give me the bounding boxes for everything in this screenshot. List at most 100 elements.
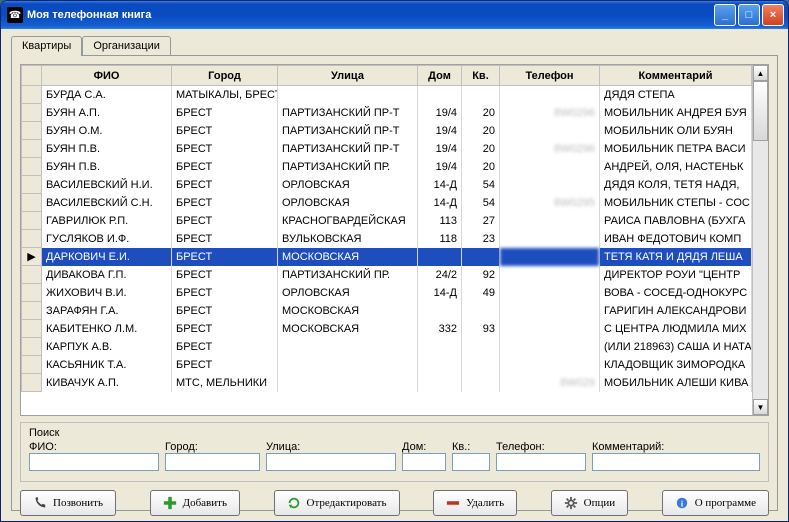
cell-street bbox=[278, 356, 418, 374]
cell-street: КРАСНОГВАРДЕЙСКАЯ bbox=[278, 212, 418, 230]
add-button-label: Добавить bbox=[183, 497, 227, 509]
cell-city: БРЕСТ bbox=[172, 212, 278, 230]
table-row[interactable]: ВАСИЛЕВСКИЙ Н.И.БРЕСТОРЛОВСКАЯ14-Д54ДЯДЯ… bbox=[22, 176, 752, 194]
contacts-table[interactable]: ФИО Город Улица Дом Кв. Телефон Коммента… bbox=[21, 65, 752, 392]
title-bar[interactable]: ☎ Моя телефонная книга _ □ × bbox=[1, 1, 788, 29]
cell-fio: КИВАЧУК А.П. bbox=[42, 374, 172, 392]
cell-city: БРЕСТ bbox=[172, 140, 278, 158]
cell-phone bbox=[500, 320, 600, 338]
table-row[interactable]: ДИВАКОВА Г.П.БРЕСТПАРТИЗАНСКИЙ ПР.24/292… bbox=[22, 266, 752, 284]
cell-comment: ДЯДЯ СТЕПА bbox=[600, 86, 752, 104]
col-apt[interactable]: Кв. bbox=[462, 66, 500, 86]
row-indicator bbox=[22, 194, 42, 212]
table-row[interactable]: КИВАЧУК А.П.МТС, МЕЛЬНИКИ8W029МОБИЛЬНИК … bbox=[22, 374, 752, 392]
vertical-scrollbar[interactable]: ▲ ▼ bbox=[752, 65, 768, 415]
options-button[interactable]: Опции bbox=[551, 490, 629, 516]
search-phone-input[interactable] bbox=[496, 453, 586, 471]
row-indicator bbox=[22, 320, 42, 338]
col-comment[interactable]: Комментарий bbox=[600, 66, 752, 86]
info-icon: i bbox=[675, 496, 689, 510]
close-button[interactable]: × bbox=[762, 4, 784, 26]
table-row[interactable]: ГУСЛЯКОВ И.Ф.БРЕСТВУЛЬКОВСКАЯ11823ИВАН Ф… bbox=[22, 230, 752, 248]
table-row[interactable]: ▶ДАРКОВИЧ Е.И.БРЕСТМОСКОВСКАЯТЕТЯ КАТЯ И… bbox=[22, 248, 752, 266]
search-street-input[interactable] bbox=[266, 453, 396, 471]
cell-apt: 54 bbox=[462, 194, 500, 212]
search-fio-input[interactable] bbox=[29, 453, 159, 471]
table-row[interactable]: БУЯН О.М.БРЕСТПАРТИЗАНСКИЙ ПР-Т19/420МОБ… bbox=[22, 122, 752, 140]
cell-street: ВУЛЬКОВСКАЯ bbox=[278, 230, 418, 248]
minimize-button[interactable]: _ bbox=[714, 4, 736, 26]
delete-button[interactable]: Удалить bbox=[433, 490, 517, 516]
cell-phone bbox=[500, 230, 600, 248]
cell-apt: 27 bbox=[462, 212, 500, 230]
col-phone[interactable]: Телефон bbox=[500, 66, 600, 86]
cell-fio: БУЯН П.В. bbox=[42, 140, 172, 158]
table-row[interactable]: БУЯН П.В.БРЕСТПАРТИЗАНСКИЙ ПР.19/420АНДР… bbox=[22, 158, 752, 176]
table-row[interactable]: БУЯН А.П.БРЕСТПАРТИЗАНСКИЙ ПР-Т19/4208W0… bbox=[22, 104, 752, 122]
col-city[interactable]: Город bbox=[172, 66, 278, 86]
cell-phone bbox=[500, 248, 600, 266]
search-apt-label: Кв.: bbox=[452, 441, 490, 453]
col-street[interactable]: Улица bbox=[278, 66, 418, 86]
col-fio[interactable]: ФИО bbox=[42, 66, 172, 86]
search-phone-label: Телефон: bbox=[496, 441, 586, 453]
cell-house: 14-Д bbox=[418, 176, 462, 194]
table-row[interactable]: КАБИТЕНКО Л.М.БРЕСТМОСКОВСКАЯ33293С ЦЕНТ… bbox=[22, 320, 752, 338]
cell-city: БРЕСТ bbox=[172, 158, 278, 176]
scroll-down-button[interactable]: ▼ bbox=[753, 399, 768, 415]
scroll-up-button[interactable]: ▲ bbox=[753, 65, 768, 81]
cell-phone bbox=[500, 356, 600, 374]
scroll-track[interactable] bbox=[753, 81, 768, 399]
cell-phone: 8W0296 bbox=[500, 140, 600, 158]
table-row[interactable]: КАСЬЯНИК Т.А.БРЕСТКЛАДОВЩИК ЗИМОРОДКА bbox=[22, 356, 752, 374]
cell-apt: 92 bbox=[462, 266, 500, 284]
cell-house: 19/4 bbox=[418, 158, 462, 176]
table-row[interactable]: ГАВРИЛЮК Р.П.БРЕСТКРАСНОГВАРДЕЙСКАЯ11327… bbox=[22, 212, 752, 230]
cell-apt: 20 bbox=[462, 104, 500, 122]
table-row[interactable]: КАРПУК А.В.БРЕСТ(ИЛИ 218963) САША И НАТА bbox=[22, 338, 752, 356]
about-button[interactable]: i О программе bbox=[662, 490, 769, 516]
table-row[interactable]: ВАСИЛЕВСКИЙ С.Н.БРЕСТОРЛОВСКАЯ14-Д548W02… bbox=[22, 194, 752, 212]
cell-street: МОСКОВСКАЯ bbox=[278, 248, 418, 266]
cell-fio: БУЯН А.П. bbox=[42, 104, 172, 122]
scroll-thumb[interactable] bbox=[753, 81, 768, 141]
data-grid: ФИО Город Улица Дом Кв. Телефон Коммента… bbox=[20, 64, 769, 416]
cell-house: 118 bbox=[418, 230, 462, 248]
cell-phone bbox=[500, 284, 600, 302]
call-button[interactable]: Позвонить bbox=[20, 490, 116, 516]
table-row[interactable]: ЗАРАФЯН Г.А.БРЕСТМОСКОВСКАЯГАРИГИН АЛЕКС… bbox=[22, 302, 752, 320]
search-apt-input[interactable] bbox=[452, 453, 490, 471]
cell-apt: 20 bbox=[462, 122, 500, 140]
row-indicator bbox=[22, 284, 42, 302]
search-house-label: Дом: bbox=[402, 441, 446, 453]
gear-icon bbox=[564, 496, 578, 510]
search-city-label: Город: bbox=[165, 441, 260, 453]
row-indicator bbox=[22, 374, 42, 392]
search-city-input[interactable] bbox=[165, 453, 260, 471]
cell-house: 19/4 bbox=[418, 122, 462, 140]
cell-comment: ТЕТЯ КАТЯ И ДЯДЯ ЛЕША bbox=[600, 248, 752, 266]
cell-street bbox=[278, 338, 418, 356]
col-house[interactable]: Дом bbox=[418, 66, 462, 86]
cell-street: МОСКОВСКАЯ bbox=[278, 320, 418, 338]
tab-organizations[interactable]: Организации bbox=[82, 36, 171, 55]
add-button[interactable]: Добавить bbox=[150, 490, 240, 516]
search-comment-input[interactable] bbox=[592, 453, 760, 471]
table-row[interactable]: ЖИХОВИЧ В.И.БРЕСТОРЛОВСКАЯ14-Д49ВОВА - С… bbox=[22, 284, 752, 302]
cell-fio: БУЯН О.М. bbox=[42, 122, 172, 140]
cell-fio: ВАСИЛЕВСКИЙ С.Н. bbox=[42, 194, 172, 212]
minus-icon bbox=[446, 496, 460, 510]
cell-city: БРЕСТ bbox=[172, 248, 278, 266]
row-indicator bbox=[22, 158, 42, 176]
tab-apartments[interactable]: Квартиры bbox=[11, 36, 82, 56]
cell-comment: (ИЛИ 218963) САША И НАТА bbox=[600, 338, 752, 356]
search-house-input[interactable] bbox=[402, 453, 446, 471]
edit-button[interactable]: Отредактировать bbox=[274, 490, 400, 516]
cell-fio: ГУСЛЯКОВ И.Ф. bbox=[42, 230, 172, 248]
cell-street bbox=[278, 374, 418, 392]
table-row[interactable]: БУЯН П.В.БРЕСТПАРТИЗАНСКИЙ ПР-Т19/4208W0… bbox=[22, 140, 752, 158]
maximize-button[interactable]: □ bbox=[738, 4, 760, 26]
cell-city: БРЕСТ bbox=[172, 284, 278, 302]
table-row[interactable]: БУРДА С.А.МАТЫКАЛЫ, БРЕСТДЯДЯ СТЕПА bbox=[22, 86, 752, 104]
tab-strip: Квартиры Организации bbox=[5, 31, 784, 55]
